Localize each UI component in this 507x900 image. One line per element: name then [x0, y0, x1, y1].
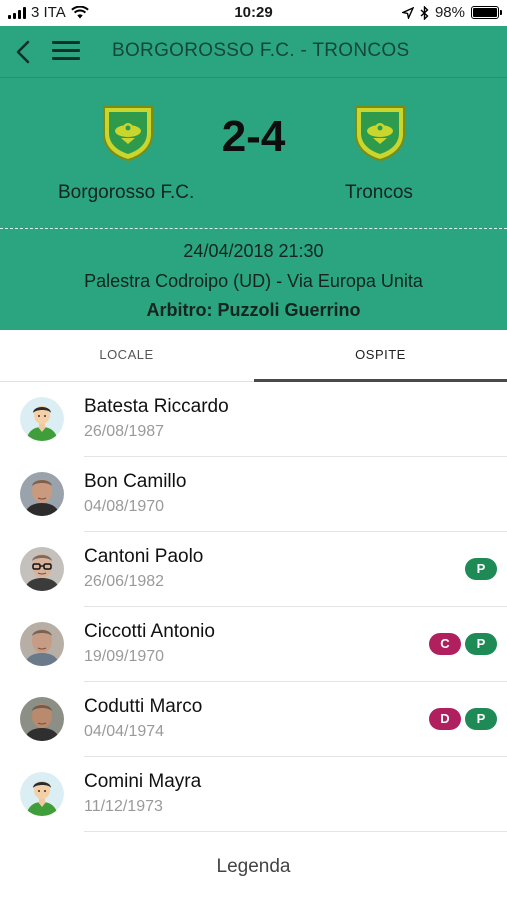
- player-name: Ciccotti Antonio: [84, 621, 215, 642]
- player-row[interactable]: Cantoni Paolo 26/06/1982 P: [0, 532, 507, 607]
- battery-percent: 98%: [434, 4, 465, 21]
- player-name: Cantoni Paolo: [84, 546, 204, 567]
- player-avatar: [20, 622, 64, 666]
- home-team-name: Borgorosso F.C.: [58, 182, 195, 203]
- row-divider: [84, 831, 507, 832]
- away-team-crest-icon: [355, 106, 405, 162]
- player-avatar: [20, 397, 64, 441]
- player-avatar: [20, 547, 64, 591]
- match-referee: Arbitro: Puzzoli Guerrino: [146, 300, 361, 320]
- player-list: Batesta Riccardo 26/08/1987 Bon Camillo 04/…: [0, 382, 507, 832]
- hamburger-menu-icon[interactable]: [52, 41, 80, 63]
- back-arrow-icon[interactable]: [12, 38, 38, 66]
- top-app-bar: BORGOROSSO F.C. - TRONCOS: [0, 26, 507, 78]
- away-team-name: Troncos: [345, 182, 413, 203]
- player-avatar: [20, 772, 64, 816]
- tab-locale[interactable]: LOCALE: [0, 330, 253, 382]
- status-badge: P: [465, 633, 497, 655]
- battery-icon: [471, 6, 502, 19]
- player-row[interactable]: Batesta Riccardo 26/08/1987: [0, 382, 507, 457]
- match-summary: 2-4 Borgorosso F.C. Troncos 24/04/2018 2…: [0, 78, 507, 330]
- player-badges: CP: [429, 633, 497, 655]
- player-row[interactable]: Comini Mayra 11/12/1973: [0, 757, 507, 832]
- tab-ospite[interactable]: OSPITE: [254, 330, 507, 382]
- status-badge: D: [429, 708, 461, 730]
- player-birthdate: 11/12/1973: [84, 798, 163, 815]
- status-badge: P: [465, 558, 497, 580]
- status-badge: P: [465, 708, 497, 730]
- player-name: Bon Camillo: [84, 471, 187, 492]
- player-row[interactable]: Bon Camillo 04/08/1970: [0, 457, 507, 532]
- player-name: Comini Mayra: [84, 771, 202, 792]
- player-birthdate: 19/09/1970: [84, 648, 165, 665]
- player-avatar: [20, 472, 64, 516]
- dashed-divider: [0, 228, 507, 229]
- player-birthdate: 04/08/1970: [84, 498, 165, 515]
- match-datetime: 24/04/2018 21:30: [183, 241, 324, 261]
- status-bar: 3 ITA 10:29 98%: [0, 0, 507, 26]
- team-tabs: LOCALE OSPITE: [0, 330, 507, 382]
- player-row[interactable]: Codutti Marco 04/04/1974 D P: [0, 682, 507, 757]
- status-badge: C: [429, 633, 461, 655]
- bluetooth-icon: [420, 5, 429, 20]
- status-right: 98%: [401, 4, 502, 21]
- player-name: Codutti Marco: [84, 696, 203, 717]
- player-avatar: [20, 697, 64, 741]
- page-title: BORGOROSSO F.C. - TRONCOS: [112, 40, 410, 61]
- player-name: Batesta Riccardo: [84, 396, 229, 417]
- legend-link[interactable]: Legenda: [0, 856, 507, 878]
- player-birthdate: 04/04/1974: [84, 723, 165, 740]
- player-row[interactable]: Ciccotti Antonio 19/09/1970 C P: [0, 607, 507, 682]
- location-arrow-icon: [401, 6, 414, 19]
- player-birthdate: 26/08/1987: [84, 423, 165, 440]
- match-score: 2-4: [221, 112, 286, 161]
- player-birthdate: 26/06/1982: [84, 573, 165, 590]
- player-badges: DP: [429, 708, 497, 730]
- player-badges: P: [465, 558, 497, 580]
- match-venue: Palestra Codroipo (UD) - Via Europa Unit…: [84, 271, 423, 291]
